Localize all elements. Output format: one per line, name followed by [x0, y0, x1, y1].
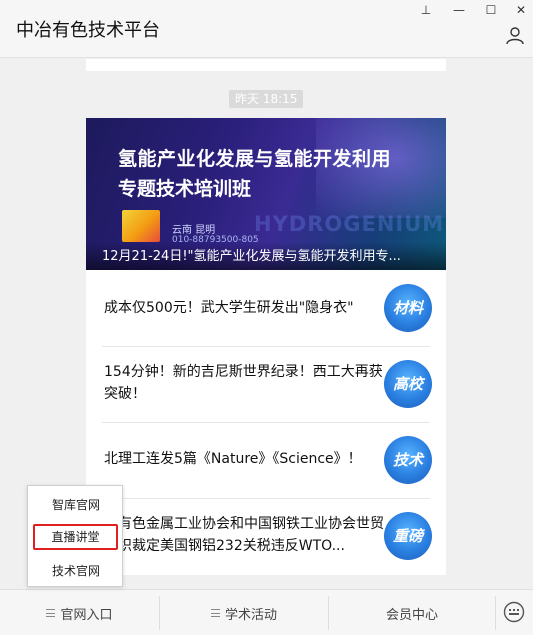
divider	[102, 498, 430, 499]
news-title: 154分钟！新的吉尼斯世界纪录！西工大再获突破！	[104, 364, 383, 402]
divider	[495, 596, 496, 630]
menu-lines-icon	[210, 609, 220, 617]
bottom-menu-bar: 官网入口 学术活动 会员中心	[0, 589, 533, 635]
menu-label: 官网入口	[60, 607, 113, 623]
news-thumbnail: 高校	[384, 360, 432, 408]
popup-item-live-lecture[interactable]: 直播讲堂	[33, 524, 118, 550]
news-title: 北理工连发5篇《Nature》《Science》！	[104, 451, 362, 467]
menu-official-site[interactable]: 官网入口	[0, 590, 159, 635]
news-item[interactable]: 154分钟！新的吉尼斯世界纪录！西工大再获突破！ 高校	[86, 346, 446, 422]
divider	[102, 422, 430, 423]
banner-caption: 12月21-24日!"氢能产业化发展与氢能开发利用专...	[102, 249, 401, 264]
window-title: 中冶有色技术平台	[16, 20, 160, 41]
popup-item-tech-site[interactable]: 技术官网	[28, 558, 124, 584]
keyboard-icon[interactable]	[503, 601, 525, 623]
news-title: 国有色金属工业协会和中国钢铁工业协会世贸组织裁定美国钢铝232关税违反WTO..…	[104, 516, 384, 554]
news-card: 氢能产业化发展与氢能开发利用 专题技术培训班 云南 昆明 010-8879350…	[86, 118, 446, 575]
pin-icon[interactable]: ⊥	[418, 2, 434, 18]
news-item[interactable]: 国有色金属工业协会和中国钢铁工业协会世贸组织裁定美国钢铝232关税违反WTO..…	[86, 498, 446, 574]
menu-member-center[interactable]: 会员中心	[329, 590, 495, 635]
popup-item-think-tank[interactable]: 智库官网	[28, 492, 124, 518]
previous-card	[86, 59, 446, 71]
news-item[interactable]: 成本仅500元！武大学生研发出"隐身衣" 材料	[86, 270, 446, 346]
menu-lines-icon	[46, 609, 56, 617]
news-thumbnail: 材料	[384, 284, 432, 332]
news-title: 成本仅500元！武大学生研发出"隐身衣"	[104, 300, 354, 316]
maximize-icon[interactable]: ☐	[483, 2, 499, 18]
banner-logo	[122, 210, 160, 242]
banner-caption-overlay: 12月21-24日!"氢能产业化发展与氢能开发利用专...	[86, 242, 446, 270]
news-thumbnail: 技术	[384, 436, 432, 484]
minimize-icon[interactable]: —	[451, 2, 467, 18]
user-profile-icon[interactable]	[505, 25, 525, 45]
banner-title-line1: 氢能产业化发展与氢能开发利用	[118, 148, 392, 170]
banner-article[interactable]: 氢能产业化发展与氢能开发利用 专题技术培训班 云南 昆明 010-8879350…	[86, 118, 446, 270]
menu-academic-activities[interactable]: 学术活动	[160, 590, 328, 635]
news-item[interactable]: 北理工连发5篇《Nature》《Science》！ 技术	[86, 422, 446, 498]
banner-watermark: HYDROGENIUM	[254, 212, 445, 236]
close-icon[interactable]: ✕	[513, 2, 529, 18]
title-bar: 中冶有色技术平台 ⊥ — ☐ ✕	[0, 0, 533, 58]
popup-menu: 智库官网 直播讲堂 技术官网	[27, 485, 123, 587]
menu-label: 学术活动	[224, 607, 277, 623]
menu-label: 会员中心	[385, 607, 438, 623]
banner-title-line2: 专题技术培训班	[118, 178, 252, 200]
banner-location: 云南 昆明	[172, 225, 216, 236]
news-thumbnail: 重磅	[384, 512, 432, 560]
divider	[102, 346, 430, 347]
timestamp: 昨天 18:15	[229, 90, 304, 108]
